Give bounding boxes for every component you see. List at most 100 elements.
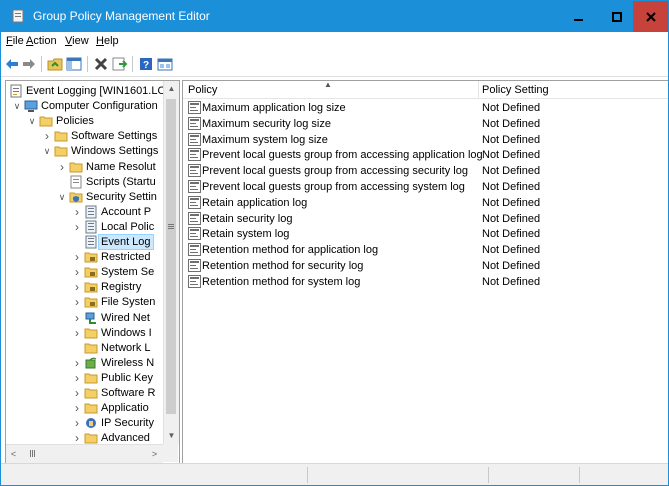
collapsed-chevron-icon[interactable]: › bbox=[72, 249, 82, 265]
up-one-level-button[interactable] bbox=[46, 55, 64, 72]
scroll-left-icon[interactable]: < bbox=[6, 446, 21, 462]
details-pane[interactable]: Policy ▲ Policy Setting Maximum applicat… bbox=[182, 80, 668, 464]
tree-item-label: Name Resolut bbox=[86, 160, 156, 173]
policy-row[interactable]: Retain application log Not Defined bbox=[183, 195, 668, 211]
delete-button[interactable] bbox=[92, 55, 110, 72]
policy-setting-icon bbox=[188, 132, 201, 146]
collapsed-chevron-icon[interactable]: › bbox=[72, 355, 82, 371]
properties-button[interactable] bbox=[156, 55, 174, 72]
collapsed-chevron-icon[interactable]: › bbox=[72, 370, 82, 386]
gpo-icon bbox=[9, 84, 23, 98]
policy-row[interactable]: Retain security log Not Defined bbox=[183, 211, 668, 227]
maximize-button[interactable] bbox=[599, 1, 635, 32]
tree-item-label: Applicatio bbox=[101, 402, 149, 415]
collapsed-chevron-icon[interactable]: › bbox=[72, 415, 82, 431]
maximize-icon bbox=[612, 11, 622, 22]
tree-item-label: Scripts (Startu bbox=[86, 175, 156, 188]
policy-row[interactable]: Prevent local guests group from accessin… bbox=[183, 163, 668, 179]
menu-action[interactable]: Action bbox=[26, 35, 57, 47]
collapsed-chevron-icon[interactable]: › bbox=[72, 219, 82, 235]
forward-button[interactable] bbox=[20, 55, 38, 72]
policy-row[interactable]: Maximum security log size Not Defined bbox=[183, 116, 668, 132]
scroll-up-icon[interactable]: ▲ bbox=[164, 81, 179, 97]
expanded-chevron-icon[interactable]: ∨ bbox=[27, 113, 37, 129]
policy-setting-icon bbox=[188, 227, 201, 241]
policy-setting-value: Not Defined bbox=[482, 244, 541, 257]
console-tree[interactable]: Event Logging [WIN1601.LO ∨ Computer Confi… bbox=[5, 80, 180, 464]
back-arrow-icon bbox=[6, 58, 18, 69]
close-button[interactable] bbox=[633, 1, 668, 32]
collapsed-chevron-icon[interactable]: › bbox=[72, 310, 82, 326]
policy-setting-icon bbox=[188, 116, 201, 130]
collapsed-chevron-icon[interactable]: › bbox=[72, 385, 82, 401]
tree-item-label: File Systen bbox=[101, 296, 156, 309]
tree-item-label: Local Polic bbox=[101, 220, 155, 233]
policy-name: Retain system log bbox=[202, 228, 290, 241]
folder-icon bbox=[84, 401, 98, 415]
policy-name: Maximum application log size bbox=[202, 102, 346, 114]
network-icon bbox=[84, 311, 98, 325]
properties-icon bbox=[157, 58, 173, 70]
policy-row[interactable]: Prevent local guests group from accessin… bbox=[183, 147, 668, 163]
menu-view[interactable]: View bbox=[65, 35, 89, 47]
policy-row[interactable]: Prevent local guests group from accessin… bbox=[183, 179, 668, 195]
collapsed-chevron-icon[interactable]: › bbox=[72, 279, 82, 295]
expanded-chevron-icon[interactable]: ∨ bbox=[42, 143, 52, 159]
tree-vertical-scrollbar[interactable]: ▲ ▼ bbox=[163, 81, 179, 444]
column-header-policy-setting[interactable]: Policy Setting bbox=[482, 84, 549, 96]
column-header-policy[interactable]: Policy bbox=[188, 84, 217, 96]
folder-icon bbox=[84, 326, 98, 340]
app-window: Group Policy Management Editor File Acti… bbox=[0, 0, 669, 486]
status-pane-2 bbox=[488, 467, 579, 483]
policy-row[interactable]: Retention method for system log Not Defin… bbox=[183, 274, 668, 290]
policy-row[interactable]: Retention method for security log Not Def… bbox=[183, 258, 668, 274]
tree-horizontal-scroll-thumb[interactable] bbox=[23, 448, 43, 459]
column-divider[interactable] bbox=[478, 81, 479, 98]
folder-icon bbox=[69, 160, 83, 174]
policy-row[interactable]: Maximum application log size Not Defined bbox=[183, 100, 668, 116]
policy-setting-icon bbox=[188, 164, 201, 178]
expanded-chevron-icon[interactable]: ∨ bbox=[57, 189, 67, 205]
tree-horizontal-scrollbar[interactable]: < > bbox=[6, 444, 163, 463]
collapsed-chevron-icon[interactable]: › bbox=[57, 159, 67, 175]
policy-icon bbox=[84, 205, 98, 219]
back-button[interactable] bbox=[3, 55, 21, 72]
expanded-chevron-icon[interactable]: ∨ bbox=[12, 98, 22, 114]
tree-vertical-scroll-thumb[interactable] bbox=[166, 99, 176, 414]
tree-item-label: IP Security bbox=[101, 417, 154, 430]
folder-icon bbox=[39, 114, 53, 128]
collapsed-chevron-icon[interactable]: › bbox=[72, 325, 82, 341]
app-icon bbox=[12, 9, 24, 23]
lock-folder-icon bbox=[84, 295, 98, 309]
collapsed-chevron-icon[interactable]: › bbox=[72, 264, 82, 280]
help-icon: ? bbox=[140, 57, 152, 71]
policy-row[interactable]: Retain system log Not Defined bbox=[183, 226, 668, 242]
lock-folder-icon bbox=[84, 280, 98, 294]
help-button[interactable]: ? bbox=[137, 55, 155, 72]
collapsed-chevron-icon[interactable]: › bbox=[72, 204, 82, 220]
policy-icon bbox=[84, 220, 98, 234]
toolbar: ? bbox=[1, 52, 668, 77]
collapsed-chevron-icon[interactable]: › bbox=[72, 400, 82, 416]
show-hide-tree-button[interactable] bbox=[65, 55, 83, 72]
minimize-button[interactable] bbox=[561, 1, 597, 32]
policy-setting-value: Not Defined bbox=[482, 181, 541, 193]
tree-item-label: Restricted bbox=[101, 251, 151, 264]
collapsed-chevron-icon[interactable]: › bbox=[42, 128, 52, 144]
policy-row[interactable]: Retention method for application log Not … bbox=[183, 242, 668, 258]
collapsed-chevron-icon[interactable]: › bbox=[72, 294, 82, 310]
export-list-button[interactable] bbox=[111, 55, 129, 72]
ipsec-icon bbox=[84, 416, 98, 430]
policy-row[interactable]: Maximum system log size Not Defined bbox=[183, 132, 668, 148]
menu-file[interactable]: File bbox=[6, 35, 24, 47]
window-title: Group Policy Management Editor bbox=[33, 9, 210, 23]
scroll-right-icon[interactable]: > bbox=[147, 446, 162, 462]
scroll-down-icon[interactable]: ▼ bbox=[164, 428, 179, 444]
close-icon bbox=[645, 11, 656, 22]
title-bar[interactable]: Group Policy Management Editor bbox=[1, 1, 668, 32]
tree-item-label: Public Key bbox=[101, 371, 153, 384]
policy-name: Prevent local guests group from accessin… bbox=[202, 165, 468, 178]
menu-help[interactable]: Help bbox=[96, 35, 119, 47]
list-header: Policy ▲ Policy Setting bbox=[183, 81, 668, 99]
